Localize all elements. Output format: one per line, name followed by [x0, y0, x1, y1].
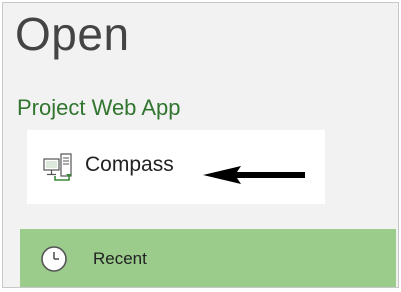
page-title: Open	[15, 8, 130, 60]
recent-label: Recent	[93, 249, 147, 268]
project-web-app-heading: Project Web App	[17, 95, 181, 120]
open-panel: Open Project Web App Compass Recent	[2, 2, 399, 288]
server-computer-icon	[43, 153, 72, 181]
arrow-left-icon	[203, 166, 305, 184]
location-item-compass[interactable]: Compass	[27, 130, 325, 204]
clock-icon	[41, 246, 67, 272]
location-label: Compass	[85, 153, 174, 176]
recent-button[interactable]: Recent	[20, 229, 396, 287]
